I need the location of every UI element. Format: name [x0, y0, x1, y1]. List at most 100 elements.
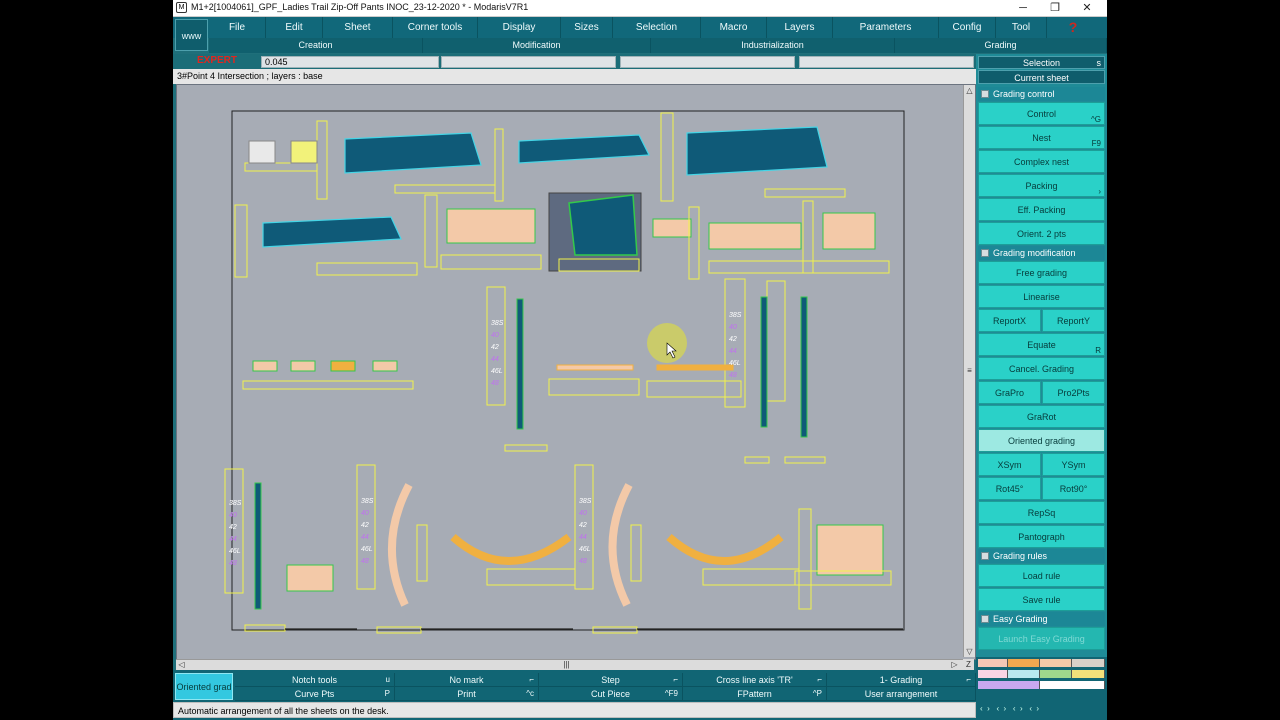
status-line: 3#Point 4 Intersection ; layers : base [173, 69, 976, 84]
pro2pts-button[interactable]: Pro2Pts [1042, 381, 1105, 404]
linearise-button[interactable]: Linearise [978, 285, 1105, 308]
zoom-z-button[interactable]: Z [963, 659, 974, 670]
packing-button[interactable]: Packing › [978, 174, 1105, 197]
rot45-button[interactable]: Rot45° [978, 477, 1041, 500]
maximize-button[interactable]: ❐ [1039, 0, 1071, 16]
bottom-step-button[interactable]: Step ⌐ [539, 673, 683, 687]
active-tool-indicator[interactable]: Oriented grad [175, 673, 233, 700]
group-tab-modification[interactable]: Modification [423, 38, 651, 53]
group-tab-creation[interactable]: Creation [209, 38, 423, 53]
section-easy-grading[interactable]: Easy Grading [978, 612, 1105, 626]
pattern-pieces-drawing[interactable]: 38S 40 42 44 46L 48 38S 40 42 44 46L 48 38S 40 42 44 46L… [177, 85, 975, 659]
size-code-label: 40 [579, 510, 587, 517]
menu-display[interactable]: Display [478, 17, 561, 38]
size-code-label: 40 [729, 324, 737, 331]
button-label: Curve Pts [294, 689, 335, 699]
equate-button[interactable]: Equate R [978, 333, 1105, 356]
label-strip-10 [224, 468, 244, 594]
oriented-grading-button[interactable]: Oriented grading [978, 429, 1105, 452]
button-label: GraPro [994, 388, 1024, 398]
bottom-user-arrangement-button[interactable]: User arrangement [827, 687, 976, 701]
save-rule-button[interactable]: Save rule [978, 588, 1105, 611]
menu-sheet[interactable]: Sheet [323, 17, 393, 38]
www-button[interactable]: www [175, 19, 208, 51]
ysym-button[interactable]: YSym [1042, 453, 1105, 476]
label-strip-5 [688, 206, 700, 280]
orient-2-pts-button[interactable]: Orient. 2 pts [978, 222, 1105, 245]
repsq-button[interactable]: RepSq [978, 501, 1105, 524]
button-label: Save rule [1022, 595, 1061, 605]
menu-selection[interactable]: Selection [613, 17, 701, 38]
bottom-fpattern-button[interactable]: FPattern ^P [683, 687, 827, 701]
close-button[interactable]: ✕ [1071, 0, 1103, 16]
size-code-label: 48 [491, 380, 499, 387]
swatch-nav[interactable]: ‹ › ‹ › ‹ › ‹ › [980, 704, 1104, 716]
size-code-label: 44 [579, 534, 587, 541]
load-rule-button[interactable]: Load rule [978, 564, 1105, 587]
nest-button[interactable]: Nest F9 [978, 126, 1105, 149]
help-icon[interactable]: ? [1047, 17, 1099, 38]
label-strip-3 [234, 204, 248, 278]
grarot-button[interactable]: GraRot [978, 405, 1105, 428]
menu-parameters[interactable]: Parameters [833, 17, 939, 38]
size-color-swatches: ‹ › ‹ › ‹ › ‹ › [976, 657, 1107, 720]
bottom-notch-tools-button[interactable]: Notch tools u [235, 673, 395, 687]
menu-corner-tools[interactable]: Corner tools [393, 17, 478, 38]
bottom-no-mark-button[interactable]: No mark ⌐ [395, 673, 539, 687]
scroll-down-icon[interactable]: ▽ [964, 646, 975, 657]
menu-file[interactable]: File [209, 17, 266, 38]
grapro-button[interactable]: GraPro [978, 381, 1041, 404]
hscroll-thumb-grip-icon[interactable]: ||| [561, 659, 572, 670]
desk-canvas[interactable]: 38S 40 42 44 46L 48 38S 40 42 44 46L 48 38S 40 42 44 46L… [176, 84, 976, 660]
selection-panel-header[interactable]: Selection s [978, 56, 1105, 69]
rot90-button[interactable]: Rot90° [1042, 477, 1105, 500]
shortcut-hint: ⌐ [817, 675, 822, 684]
menu-layers[interactable]: Layers [767, 17, 833, 38]
param-field-1[interactable] [441, 56, 616, 68]
menu-config[interactable]: Config [939, 17, 996, 38]
horizontal-scrollbar[interactable]: ◁ ||| ▷ [176, 659, 963, 670]
grading-control-checkbox[interactable] [981, 90, 989, 98]
section-grading-rules[interactable]: Grading rules [978, 549, 1105, 563]
grading-rules-checkbox[interactable] [981, 552, 989, 560]
scroll-up-icon[interactable]: △ [964, 85, 975, 96]
section-grading-modification[interactable]: Grading modification [978, 246, 1105, 260]
eff-packing-button[interactable]: Eff. Packing [978, 198, 1105, 221]
bottom-cross-line-axis-tr-button[interactable]: Cross line axis 'TR' ⌐ [683, 673, 827, 687]
grading-table-14 [702, 568, 800, 586]
scroll-right-icon[interactable]: ▷ [949, 659, 960, 670]
bottom-1-grading-button[interactable]: 1- Grading ⌐ [827, 673, 976, 687]
complex-nest-button[interactable]: Complex nest [978, 150, 1105, 173]
pantograph-button[interactable]: Pantograph [978, 525, 1105, 548]
section-grading-control[interactable]: Grading control [978, 87, 1105, 101]
pant-leg-piece-3 [262, 216, 402, 248]
bottom-print-button[interactable]: Print ^c [395, 687, 539, 701]
shortcut-hint: ^P [812, 689, 822, 698]
reportx-button[interactable]: ReportX [978, 309, 1041, 332]
bottom-cut-piece-button[interactable]: Cut Piece ^F9 [539, 687, 683, 701]
scroll-left-icon[interactable]: ◁ [176, 659, 187, 670]
grading-table-1 [394, 184, 496, 194]
control-button[interactable]: Control ^G [978, 102, 1105, 125]
scroll-thumb-grip-icon[interactable]: ≡ [964, 365, 975, 376]
value-input[interactable]: 0.045 [261, 56, 439, 68]
menu-tool[interactable]: Tool [996, 17, 1047, 38]
bottom-curve-pts-button[interactable]: Curve Pts P [235, 687, 395, 701]
cancel-grading-button[interactable]: Cancel. Grading [978, 357, 1105, 380]
param-field-3[interactable] [799, 56, 974, 68]
group-tab-industrialization[interactable]: Industrialization [651, 38, 895, 53]
xsym-button[interactable]: XSym [978, 453, 1041, 476]
group-tab-grading[interactable]: Grading [895, 38, 1107, 53]
menu-edit[interactable]: Edit [266, 17, 323, 38]
grading-table-6 [708, 260, 890, 274]
easy-grading-checkbox[interactable] [981, 615, 989, 623]
current-sheet-button[interactable]: Current sheet [978, 70, 1105, 84]
menu-sizes[interactable]: Sizes [561, 17, 613, 38]
free-grading-button[interactable]: Free grading [978, 261, 1105, 284]
minimize-button[interactable]: ─ [1007, 0, 1039, 16]
vertical-scrollbar[interactable]: △ ≡ ▽ [963, 85, 975, 657]
param-field-2[interactable] [620, 56, 795, 68]
reporty-button[interactable]: ReportY [1042, 309, 1105, 332]
grading-modification-checkbox[interactable] [981, 249, 989, 257]
menu-macro[interactable]: Macro [701, 17, 767, 38]
